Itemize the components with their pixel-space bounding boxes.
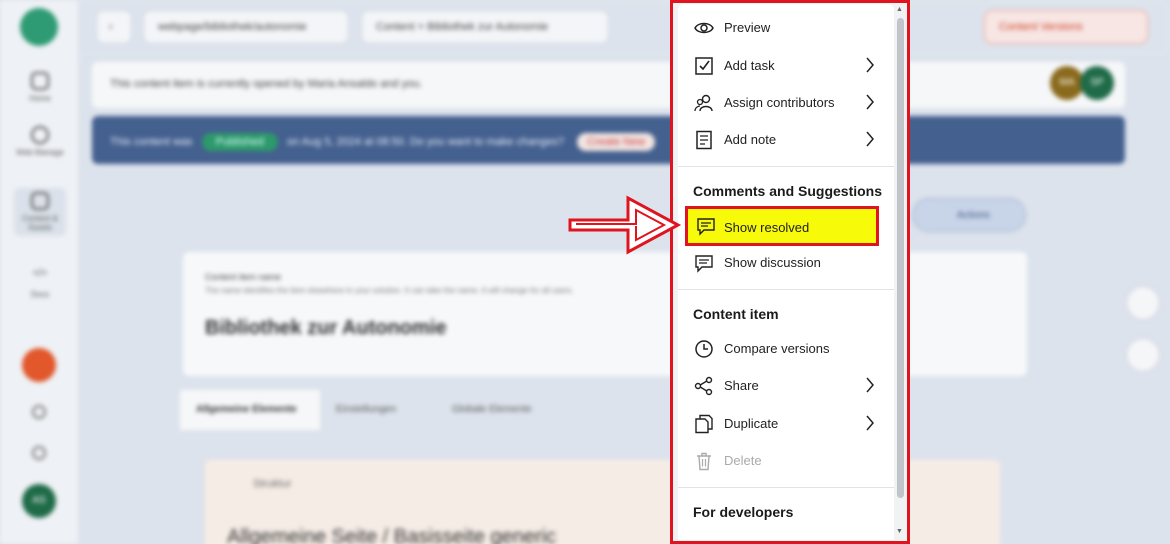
menu-item-share[interactable]: Share xyxy=(678,368,894,404)
tab-settings[interactable]: Einstellungen xyxy=(320,390,432,430)
rail-item-content[interactable]: Content & Assets xyxy=(14,188,66,236)
menu-item-compare-versions[interactable]: Compare versions xyxy=(678,331,894,367)
user-avatar[interactable]: AS xyxy=(22,484,56,518)
side-panel-button[interactable] xyxy=(1126,286,1160,320)
background-app: Home Web Manage Content & Assets </> Doc… xyxy=(0,0,1170,544)
rail-item-web[interactable]: Web Manage xyxy=(14,126,66,157)
chevron-right-icon xyxy=(866,415,874,431)
chevron-right-icon xyxy=(866,94,874,110)
duplicate-icon xyxy=(695,414,713,434)
users-icon xyxy=(694,94,713,112)
rail-item-docs[interactable]: </> Docs xyxy=(14,268,66,299)
status-badge: Published xyxy=(201,133,278,151)
back-button[interactable]: ‹ xyxy=(96,10,132,44)
menu-item-add-note[interactable]: Add note xyxy=(678,122,894,158)
create-new-button[interactable]: Create New xyxy=(577,133,656,151)
context-menu: Preview Add task Assign contributors Add… xyxy=(678,4,894,540)
menu-item-preview[interactable]: Preview xyxy=(678,10,894,46)
comments-heading: Comments and Suggestions xyxy=(693,183,883,199)
breadcrumb[interactable]: Content > Bibliothek zur Autonomie xyxy=(361,10,609,44)
globe-icon xyxy=(31,126,49,144)
actions-button[interactable]: Actions xyxy=(912,198,1026,232)
menu-item-delete: Delete xyxy=(678,443,894,479)
menu-item-add-task[interactable]: Add task xyxy=(678,48,894,84)
opened-by-banner: This content item is currently opened by… xyxy=(92,62,1125,108)
discussion-icon xyxy=(695,255,713,273)
avatar[interactable]: MA xyxy=(1050,66,1084,100)
eye-icon xyxy=(694,22,714,34)
versions-button[interactable]: Content Versions xyxy=(984,10,1148,44)
comment-icon xyxy=(697,218,715,236)
notifications-icon[interactable] xyxy=(32,446,46,460)
scroll-up-icon[interactable]: ▲ xyxy=(896,6,903,13)
top-bar: ‹ webpage/bibliothek/autonomie Content >… xyxy=(78,0,1170,56)
menu-item-assign-contributors[interactable]: Assign contributors xyxy=(678,85,894,121)
left-rail: Home Web Manage Content & Assets </> Doc… xyxy=(0,0,78,544)
annotation-arrow-icon xyxy=(568,195,682,255)
content-item-heading: Content item xyxy=(693,306,779,322)
checkbox-icon xyxy=(695,57,713,75)
share-icon xyxy=(694,376,713,396)
layers-icon xyxy=(31,192,49,210)
menu-item-show-resolved[interactable]: Show resolved xyxy=(685,206,879,246)
menu-divider xyxy=(678,487,894,488)
trash-icon xyxy=(697,452,711,471)
chevron-right-icon xyxy=(866,57,874,73)
menu-scrollbar[interactable]: ▲ ▼ xyxy=(894,4,906,540)
menu-divider xyxy=(678,166,894,167)
published-banner: This content was Published on Aug 5, 202… xyxy=(92,116,1125,164)
scroll-down-icon[interactable]: ▼ xyxy=(896,528,903,535)
avatar[interactable]: SP xyxy=(1080,66,1114,100)
home-icon xyxy=(31,72,49,90)
app-logo[interactable] xyxy=(20,8,58,46)
tab-general[interactable]: Allgemeine Elemente xyxy=(180,390,320,430)
chevron-right-icon xyxy=(866,131,874,147)
menu-divider xyxy=(678,289,894,290)
tab-global[interactable]: Globale Elemente xyxy=(436,390,576,430)
link-button[interactable] xyxy=(1126,338,1160,372)
menu-item-show-discussion[interactable]: Show discussion xyxy=(678,245,894,281)
rail-item-home[interactable]: Home xyxy=(14,72,66,103)
note-icon xyxy=(696,130,712,150)
path-selector[interactable]: webpage/bibliothek/autonomie xyxy=(143,10,349,44)
chevron-right-icon xyxy=(866,377,874,393)
developers-heading: For developers xyxy=(693,504,794,520)
settings-icon[interactable] xyxy=(32,405,46,419)
scrollbar-thumb[interactable] xyxy=(897,18,904,498)
clock-icon xyxy=(695,340,713,358)
menu-item-duplicate[interactable]: Duplicate xyxy=(678,406,894,442)
help-button[interactable] xyxy=(22,348,56,382)
